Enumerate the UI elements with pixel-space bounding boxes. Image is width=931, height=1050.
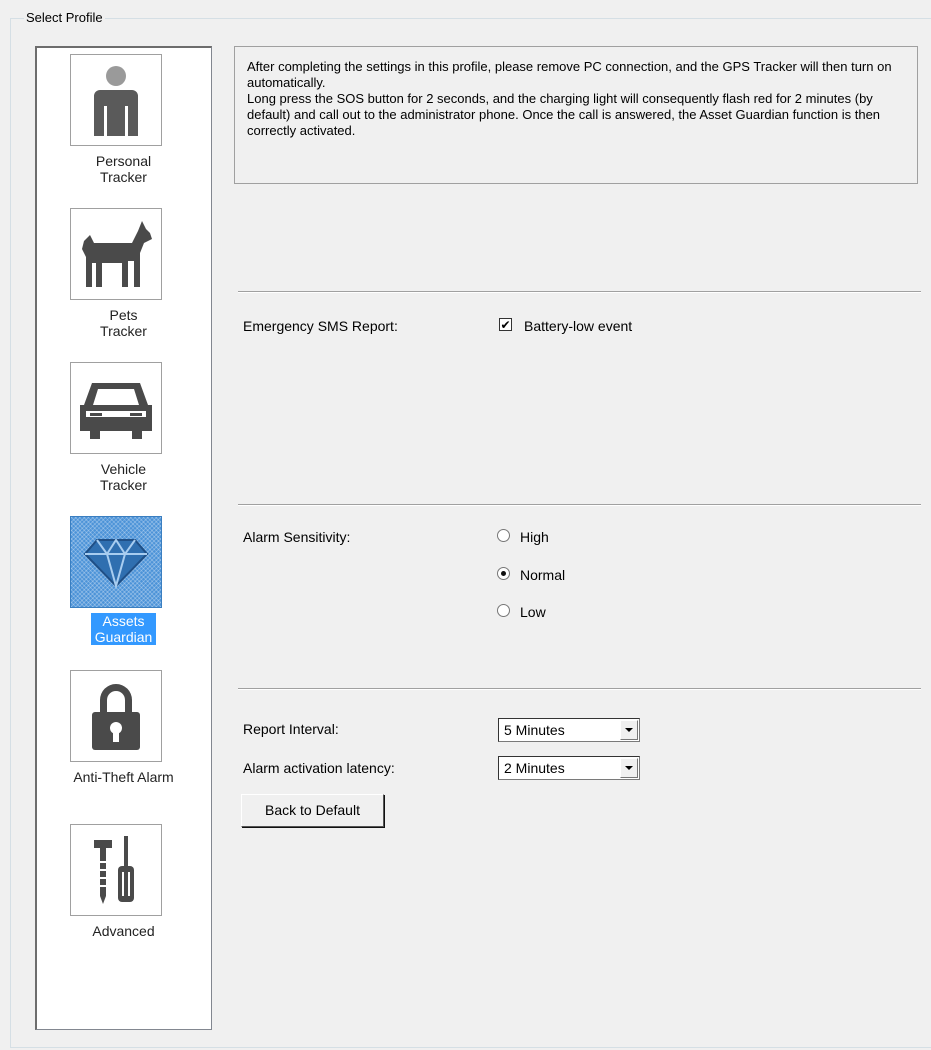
alarm-latency-value: 2 Minutes	[504, 760, 565, 776]
profile-label: Advanced	[92, 923, 155, 939]
radio-normal[interactable]	[497, 567, 510, 580]
chevron-down-icon[interactable]	[620, 720, 638, 740]
profile-item-assets-guardian[interactable]: Assets Guardian	[37, 516, 210, 651]
profile-item-advanced[interactable]: Advanced	[37, 824, 210, 959]
chevron-down-icon[interactable]	[620, 758, 638, 778]
group-title: Select Profile	[24, 10, 105, 26]
tools-icon	[70, 824, 162, 916]
profile-info-box: After completing the settings in this pr…	[234, 46, 918, 184]
emergency-sms-label: Emergency SMS Report:	[243, 318, 398, 334]
battery-low-checkbox[interactable]: ✔	[499, 318, 512, 331]
profile-label: Personal Tracker	[95, 153, 152, 185]
profile-item-personal-tracker[interactable]: Personal Tracker	[37, 54, 210, 189]
back-to-default-button[interactable]: Back to Default	[241, 794, 384, 827]
profile-item-vehicle-tracker[interactable]: Vehicle Tracker	[37, 362, 210, 497]
info-text-2: Long press the SOS button for 2 seconds,…	[247, 91, 881, 138]
radio-low-label[interactable]: Low	[520, 604, 546, 620]
person-icon	[70, 54, 162, 146]
radio-high[interactable]	[497, 529, 510, 542]
dog-icon	[70, 208, 162, 300]
profile-item-anti-theft-alarm[interactable]: Anti-Theft Alarm	[37, 670, 210, 805]
alarm-latency-select[interactable]: 2 Minutes	[498, 756, 640, 780]
report-interval-value: 5 Minutes	[504, 722, 565, 738]
radio-high-label[interactable]: High	[520, 529, 549, 545]
profile-list[interactable]: Personal Tracker Pets Tracker Vehicle Track…	[35, 46, 212, 1030]
separator	[238, 291, 921, 293]
radio-normal-label[interactable]: Normal	[520, 567, 565, 583]
report-interval-label: Report Interval:	[243, 721, 339, 737]
padlock-icon	[70, 670, 162, 762]
profile-label: Anti-Theft Alarm	[73, 769, 174, 785]
profile-item-pets-tracker[interactable]: Pets Tracker	[37, 208, 210, 343]
car-icon	[70, 362, 162, 454]
report-interval-select[interactable]: 5 Minutes	[498, 718, 640, 742]
profile-label: Vehicle Tracker	[100, 461, 147, 493]
battery-low-label[interactable]: Battery-low event	[524, 318, 632, 334]
profile-label: Assets Guardian	[37, 613, 210, 645]
radio-low[interactable]	[497, 604, 510, 617]
separator	[238, 688, 921, 690]
alarm-latency-label: Alarm activation latency:	[243, 760, 395, 776]
profile-label: Pets Tracker	[100, 307, 147, 339]
diamond-icon	[70, 516, 162, 608]
check-icon: ✔	[500, 317, 511, 332]
info-text-1: After completing the settings in this pr…	[247, 59, 892, 90]
separator	[238, 504, 921, 506]
alarm-sensitivity-label: Alarm Sensitivity:	[243, 529, 351, 545]
